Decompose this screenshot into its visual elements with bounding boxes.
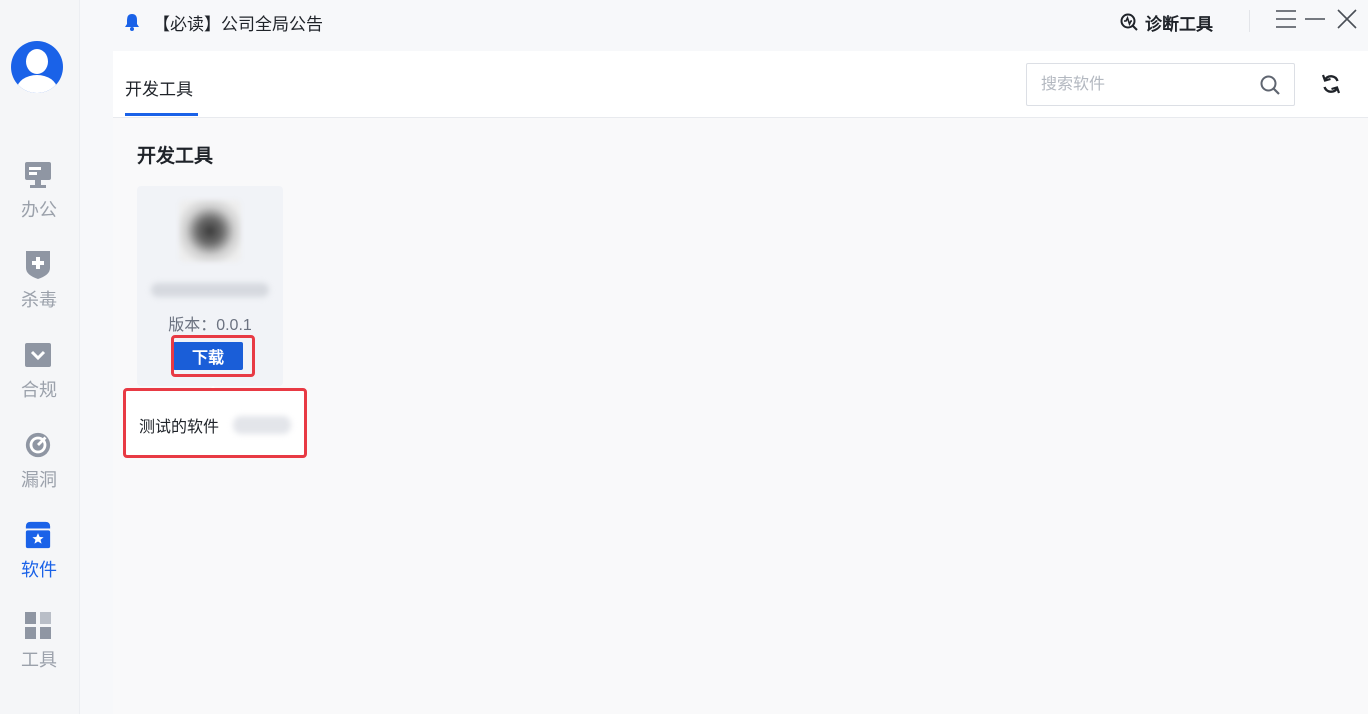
- tooltip-redacted-text: [233, 416, 291, 434]
- bell-icon: [125, 14, 139, 31]
- sidebar: 办公 杀毒 合规 漏洞 软件 工具: [0, 0, 80, 714]
- search-box: [1026, 63, 1295, 106]
- software-description-tooltip: 测试的软件: [123, 388, 307, 458]
- sidebar-item-antivirus[interactable]: 杀毒: [0, 250, 80, 320]
- avatar-shoulders: [17, 75, 57, 93]
- monitor-icon: [24, 160, 52, 190]
- sidebar-item-label: 工具: [21, 650, 57, 670]
- search-input[interactable]: [1041, 73, 1241, 97]
- sidebar-item-vulnerability[interactable]: 漏洞: [0, 430, 80, 500]
- software-card[interactable]: 版本：0.0.1 下载: [137, 186, 283, 386]
- sidebar-item-label: 办公: [21, 200, 57, 220]
- divider: [1249, 10, 1250, 32]
- tab-bar: 开发工具: [113, 51, 1368, 118]
- sidebar-item-tools[interactable]: 工具: [0, 610, 80, 680]
- sidebar-item-label: 合规: [21, 380, 57, 400]
- shield-plus-icon: [24, 250, 52, 280]
- sidebar-item-label: 杀毒: [21, 290, 57, 310]
- search-icon[interactable]: [1259, 74, 1281, 96]
- software-app-icon: [179, 200, 241, 262]
- sidebar-item-office[interactable]: 办公: [0, 160, 80, 230]
- diagnose-icon: [1120, 13, 1138, 31]
- sidebar-item-label: 漏洞: [21, 470, 57, 490]
- software-store-icon: [24, 520, 52, 550]
- avatar[interactable]: [11, 41, 63, 93]
- avatar-head: [26, 49, 48, 74]
- refresh-icon[interactable]: [1320, 73, 1342, 95]
- menu-icon[interactable]: [1275, 8, 1297, 30]
- diagnose-tool-button[interactable]: 诊断工具: [1120, 8, 1213, 36]
- main-panel: 开发工具 开发工具 版本：0.0.1 下载 测试的软件: [113, 51, 1368, 714]
- software-version: 版本：0.0.1: [168, 317, 252, 334]
- announcement-text: 【必读】公司全局公告: [153, 14, 323, 34]
- download-button[interactable]: 下载: [173, 342, 243, 370]
- radar-icon: [24, 430, 52, 460]
- compliance-icon: [24, 340, 52, 370]
- grid-tools-icon: [24, 610, 52, 640]
- sidebar-item-software[interactable]: 软件: [0, 520, 80, 590]
- close-icon[interactable]: [1336, 8, 1358, 30]
- tooltip-text: 测试的软件: [139, 419, 220, 436]
- active-tab-indicator: [125, 113, 198, 116]
- tab-dev-tools[interactable]: 开发工具: [125, 75, 193, 100]
- minimize-icon[interactable]: [1304, 8, 1326, 30]
- announcement-link[interactable]: 【必读】公司全局公告: [123, 8, 323, 36]
- software-name-redacted: [151, 283, 269, 297]
- diagnose-label: 诊断工具: [1145, 14, 1213, 34]
- section-title: 开发工具: [137, 146, 214, 167]
- sidebar-item-label: 软件: [21, 560, 57, 580]
- sidebar-item-compliance[interactable]: 合规: [0, 340, 80, 410]
